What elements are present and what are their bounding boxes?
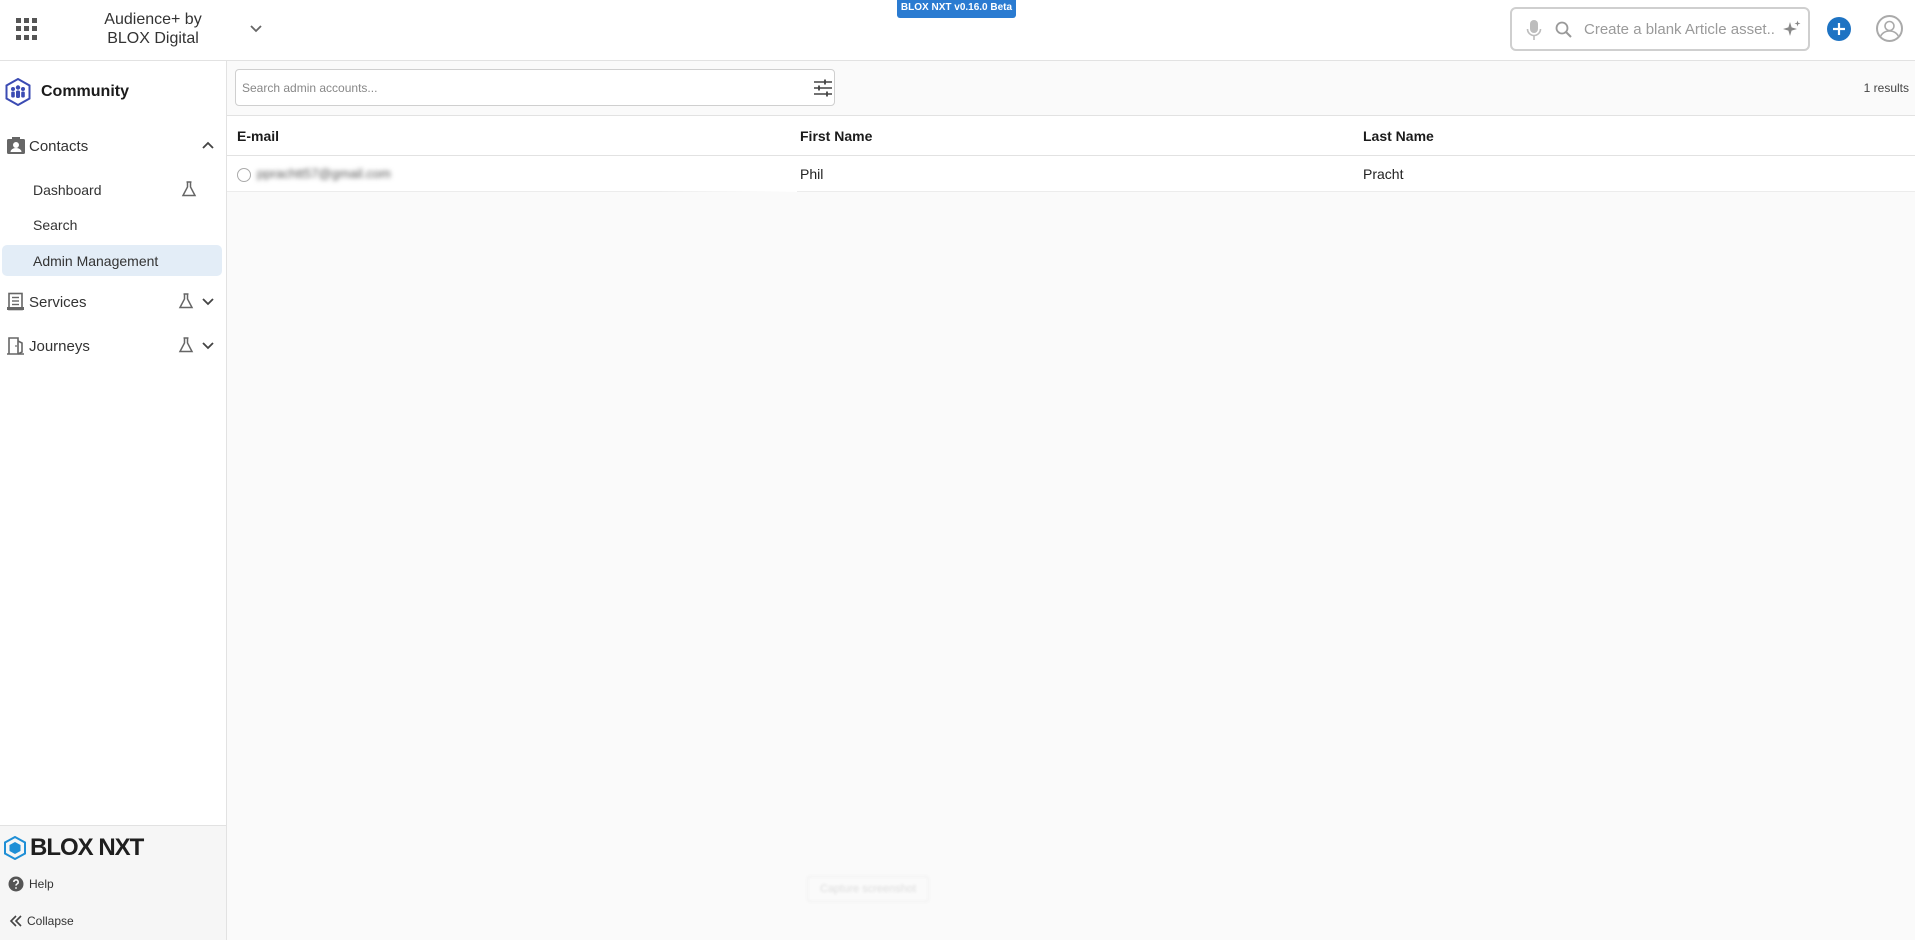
collapse-label: Collapse [27, 914, 74, 928]
chevron-down-icon[interactable] [200, 337, 216, 353]
table-header: E-mail First Name Last Name [227, 115, 1915, 156]
first-name-cell: Phil [800, 166, 824, 182]
sidebar-group-journeys[interactable]: Journeys [0, 330, 227, 362]
community-section[interactable]: Community [4, 77, 129, 107]
ghost-button[interactable]: Capture screenshot [807, 876, 929, 902]
ai-search-input[interactable] [1584, 17, 1774, 41]
results-count: 1 results [1863, 81, 1909, 95]
community-icon [4, 77, 32, 107]
help-link[interactable]: Help [8, 875, 54, 893]
filter-sliders-icon[interactable] [813, 79, 833, 97]
email-fade [657, 156, 797, 192]
sidebar-item-search[interactable]: Search [2, 209, 222, 240]
app-launcher-icon[interactable] [16, 18, 38, 40]
main-content: 1 results E-mail First Name Last Name pp… [227, 61, 1915, 940]
beta-flask-icon [180, 180, 198, 198]
user-avatar-icon[interactable] [1876, 15, 1903, 42]
last-name-cell: Pracht [1363, 166, 1404, 182]
section-title: Community [41, 83, 129, 100]
chevron-up-icon[interactable] [200, 137, 216, 153]
sidebar-group-label: Journeys [29, 338, 90, 355]
avatar-icon [237, 168, 251, 182]
sparkle-icon[interactable] [1782, 19, 1802, 39]
sidebar-group-label: Services [29, 294, 87, 311]
chevron-down-icon[interactable] [200, 293, 216, 309]
logo-text: BLOX NXT [30, 834, 144, 861]
table-row[interactable]: pprachtt57@gmail.com Phil Pracht [227, 156, 1915, 192]
column-header-email[interactable]: E-mail [237, 128, 279, 144]
beta-flask-icon [177, 292, 195, 310]
sidebar-item-admin-management[interactable]: Admin Management [2, 245, 222, 276]
blox-nxt-logo: BLOX NXT [4, 834, 144, 862]
help-label: Help [29, 877, 54, 891]
double-chevron-left-icon [9, 915, 22, 927]
ai-search-box [1510, 7, 1810, 51]
sidebar-group-label: Contacts [29, 138, 89, 155]
help-icon [8, 876, 24, 892]
column-header-last-name[interactable]: Last Name [1363, 128, 1434, 144]
admin-search-input[interactable] [242, 78, 782, 98]
sidebar-group-contacts[interactable]: Contacts [0, 130, 227, 162]
sidebar-item-label: Dashboard [33, 182, 102, 198]
add-button[interactable] [1827, 17, 1851, 41]
services-icon [6, 292, 26, 312]
email-cell: pprachtt57@gmail.com [257, 166, 391, 181]
sidebar: Community Contacts Dashboard Search Admi… [0, 61, 227, 940]
version-badge: BLOX NXT v0.16.0 Beta [897, 0, 1016, 18]
sidebar-item-dashboard[interactable]: Dashboard [2, 174, 222, 205]
column-header-first-name[interactable]: First Name [800, 128, 872, 144]
sidebar-item-label: Search [33, 217, 78, 233]
microphone-icon[interactable] [1526, 19, 1542, 41]
sidebar-group-services[interactable]: Services [0, 286, 227, 318]
contacts-icon [6, 136, 26, 156]
sidebar-item-label: Admin Management [33, 253, 159, 269]
admin-search-box [235, 69, 835, 106]
collapse-button[interactable]: Collapse [9, 912, 74, 930]
journeys-icon [6, 336, 26, 356]
search-icon [1554, 20, 1574, 40]
org-name: Audience+ by BLOX Digital [104, 11, 202, 47]
chevron-down-icon[interactable] [246, 18, 266, 38]
sidebar-footer: BLOX NXT Help Collapse [0, 825, 226, 940]
top-bar: Audience+ by BLOX Digital BLOX NXT v0.16… [0, 0, 1915, 61]
beta-flask-icon [177, 336, 195, 354]
